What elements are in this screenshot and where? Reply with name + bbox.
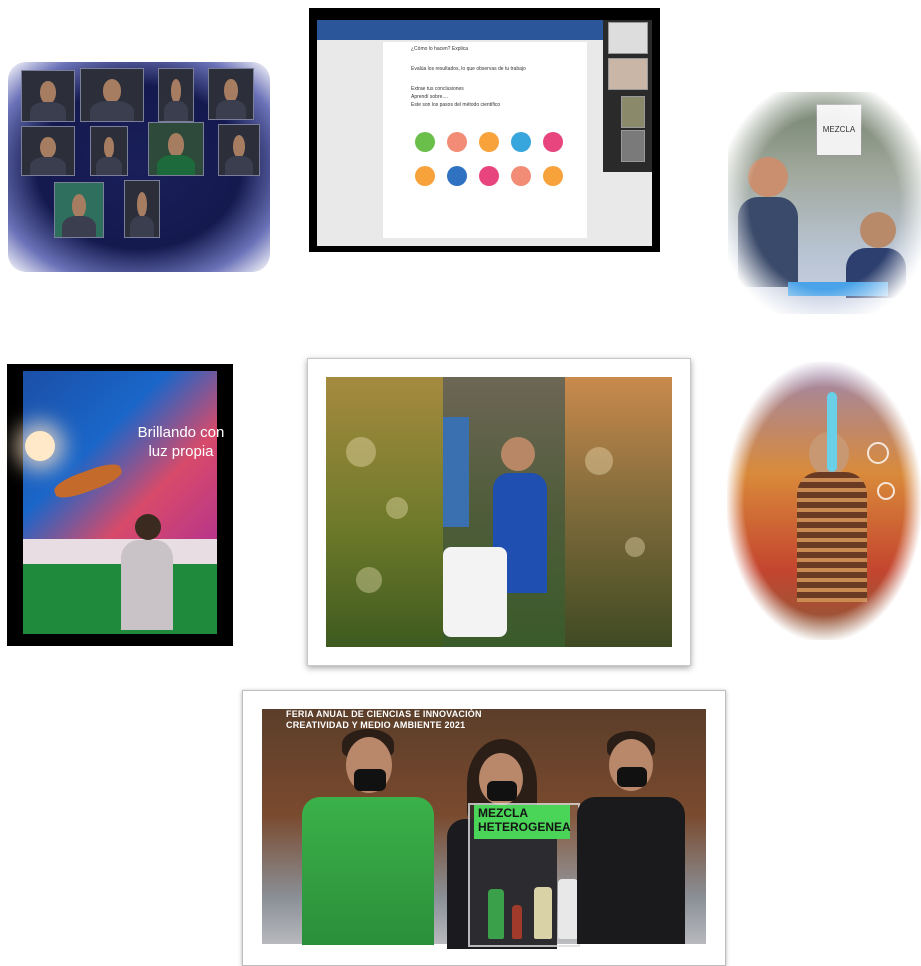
bubble (867, 442, 889, 464)
call-tile (21, 126, 75, 176)
doc-line: Aprendí sobre.... (411, 94, 448, 100)
bottle (512, 905, 522, 939)
bottle (534, 887, 552, 939)
wall (23, 539, 217, 564)
student-body (121, 540, 173, 630)
step-circle (447, 132, 467, 152)
call-tile (21, 70, 75, 122)
camera-thumb (621, 130, 645, 162)
child-body (738, 197, 798, 287)
striped-sweater (797, 472, 867, 602)
word-ribbon (317, 20, 603, 40)
doc-line: Extrae tus conclusiones (411, 86, 464, 92)
camera-thumb (608, 22, 648, 54)
child-head (501, 437, 535, 471)
bottle (488, 889, 504, 939)
fair-banner-line2: CREATIVIDAD Y MEDIO AMBIENTE 2021 (286, 720, 466, 730)
slide-title: Brillando con luz propia (137, 424, 225, 460)
experiment-sign: MEZCLA (816, 104, 862, 156)
blue-barrel (443, 417, 469, 527)
document-page: ¿Cómo lo hacen? Explica Evalúa los resul… (383, 42, 587, 238)
water-jug (443, 547, 507, 637)
step-circle (543, 132, 563, 152)
step-circle (479, 166, 499, 186)
participants-panel (603, 20, 652, 172)
step-circle (415, 166, 435, 186)
child-head (748, 157, 788, 197)
fair-scene: FERIA ANUAL DE CIENCIAS E INNOVACIÓN CRE… (262, 709, 706, 949)
video-call-photo (8, 62, 270, 272)
camera-thumb (621, 96, 645, 128)
projector-screen: Brillando con luz propia (23, 371, 224, 539)
doc-line: ¿Cómo lo hacen? Explica (411, 46, 468, 52)
call-tile (80, 68, 144, 122)
step-circle (415, 132, 435, 152)
green-board (23, 564, 217, 634)
step-circle (447, 166, 467, 186)
bokeh-left (326, 377, 443, 647)
document-screenshot: ¿Cómo lo hacen? Explica Evalúa los resul… (309, 8, 660, 252)
science-fair-photo: FERIA ANUAL DE CIENCIAS E INNOVACIÓN CRE… (242, 690, 726, 966)
collage-photo (307, 358, 691, 666)
bokeh-right (565, 377, 672, 647)
table (788, 282, 888, 296)
fair-banner-line1: FERIA ANUAL DE CIENCIAS E INNOVACIÓN (286, 709, 482, 719)
camera-thumb (608, 58, 648, 90)
child-watering-photo (443, 377, 565, 647)
call-tile (218, 124, 260, 176)
step-circle (543, 166, 563, 186)
sun-glow (25, 431, 55, 461)
bubble-wand (827, 392, 837, 472)
call-tile (208, 68, 254, 120)
step-circle (511, 132, 531, 152)
step-circle (479, 132, 499, 152)
doc-line: Evalúa los resultados, lo que observas d… (411, 66, 526, 72)
student-head (135, 514, 161, 540)
kids-experiment-photo: MEZCLA (728, 92, 921, 314)
bubble (877, 482, 895, 500)
call-tile (158, 68, 194, 122)
doc-line: Este son los pasos del método científico (411, 102, 501, 108)
presentation-photo: Brillando con luz propia (7, 364, 233, 646)
call-tile (148, 122, 204, 176)
bottle (558, 879, 578, 939)
bubbles-photo (727, 362, 921, 640)
scorpion-shape (51, 459, 125, 503)
step-circle (511, 166, 531, 186)
child-head (860, 212, 896, 248)
call-tile (54, 182, 104, 238)
call-tile (124, 180, 160, 238)
call-tile (90, 126, 128, 176)
